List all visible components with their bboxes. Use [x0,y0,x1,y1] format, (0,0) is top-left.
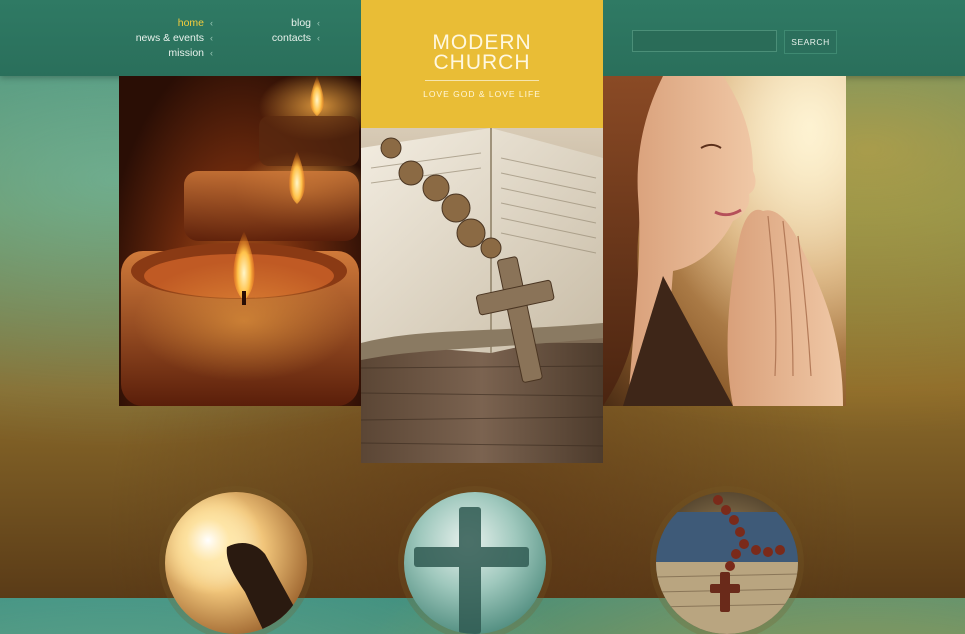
nav-item-blog[interactable]: blog ‹ [240,16,320,31]
logo-title-line-1: MODERN [432,31,532,54]
nav-item-label: blog [291,17,311,29]
nav-item-label: home [177,17,204,29]
feature-circle-cross[interactable] [404,492,546,634]
nav-item-label: news & events [135,32,204,44]
nav-item-label: mission [168,47,204,59]
feature-circle-rosary-book[interactable] [656,492,798,634]
chevron-left-icon: ‹ [317,18,320,28]
chevron-left-icon: ‹ [317,33,320,43]
main-nav-right: blog ‹ contacts ‹ [240,16,320,46]
logo-divider [425,80,539,81]
logo-title-line-2: CHURCH [433,51,531,74]
nav-item-news-events[interactable]: news & events ‹ [120,31,213,46]
nav-item-home[interactable]: home ‹ [120,16,213,31]
site-logo[interactable]: MODERN CHURCH LOVE GOD & LOVE LIFE [361,0,603,128]
candles-photo [119,76,361,406]
chevron-left-icon: ‹ [210,33,213,43]
woman-praying-photo [603,76,846,406]
bible-rosary-photo [361,128,603,463]
main-nav-left: home ‹ news & events ‹ mission ‹ [120,16,213,61]
logo-tagline: LOVE GOD & LOVE LIFE [423,89,541,99]
feature-circle-sun-hand[interactable] [165,492,307,634]
nav-item-label: contacts [271,32,311,44]
nav-item-contacts[interactable]: contacts ‹ [240,31,320,46]
nav-item-mission[interactable]: mission ‹ [120,46,213,61]
chevron-left-icon: ‹ [210,18,213,28]
chevron-left-icon: ‹ [210,48,213,58]
search-button[interactable]: SEARCH [784,30,837,54]
search-input[interactable] [632,30,777,52]
